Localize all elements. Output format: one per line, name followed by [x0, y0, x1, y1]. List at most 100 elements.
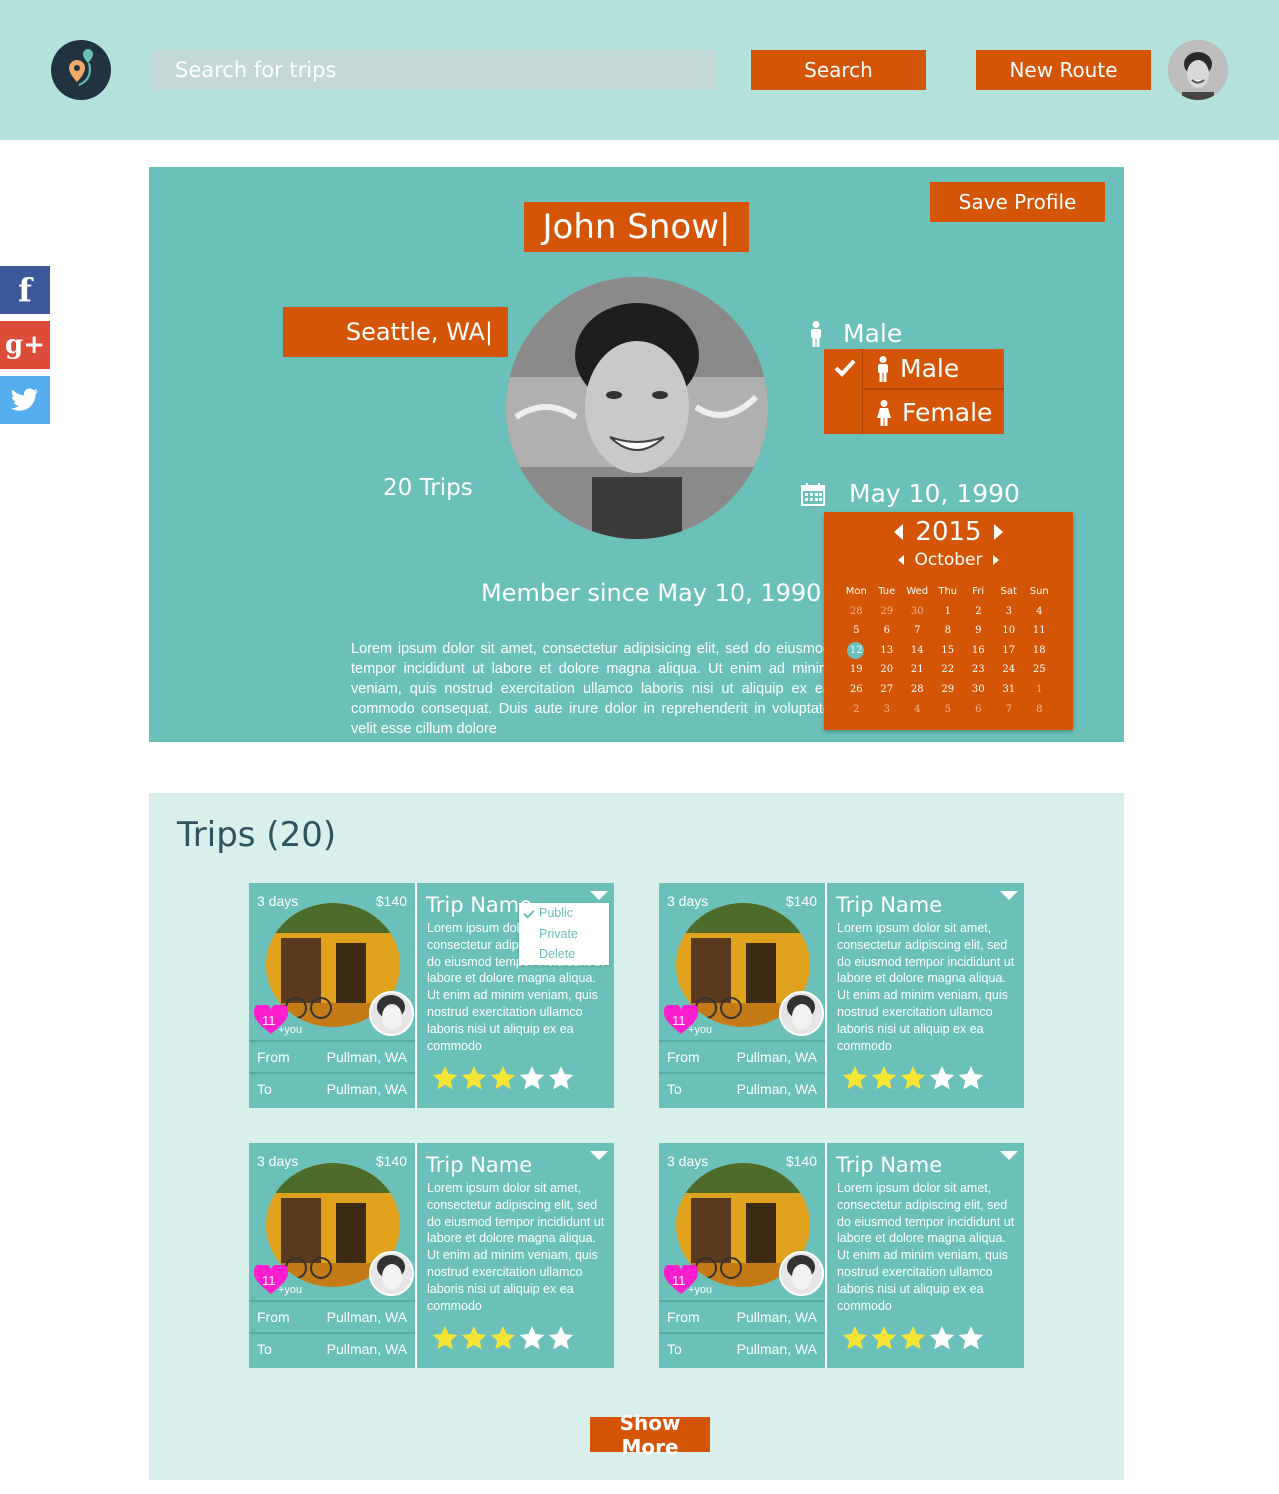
- star-filled-icon[interactable]: [870, 1325, 898, 1351]
- next-month-icon[interactable]: [992, 555, 999, 565]
- star-empty-icon[interactable]: [957, 1065, 985, 1091]
- trip-rating[interactable]: [431, 1325, 576, 1351]
- calendar-day[interactable]: 6: [963, 700, 994, 720]
- search-input[interactable]: [152, 50, 715, 90]
- calendar-day[interactable]: 6: [872, 621, 903, 641]
- map-pin-logo-icon[interactable]: [51, 40, 111, 100]
- user-avatar[interactable]: [1168, 40, 1228, 100]
- trip-rating[interactable]: [841, 1065, 986, 1091]
- star-empty-icon[interactable]: [547, 1325, 575, 1351]
- calendar-day[interactable]: 3: [994, 602, 1025, 622]
- calendar-day[interactable]: 19: [841, 660, 872, 680]
- traveler-avatar[interactable]: [369, 991, 414, 1036]
- calendar-day[interactable]: 21: [902, 660, 933, 680]
- prev-year-icon[interactable]: [894, 524, 904, 540]
- trip-menu-caret-icon[interactable]: [590, 1151, 608, 1160]
- twitter-share-button[interactable]: [0, 376, 50, 424]
- calendar-day[interactable]: 30: [963, 680, 994, 700]
- calendar-day[interactable]: 18: [1024, 641, 1055, 661]
- traveler-avatar[interactable]: [369, 1251, 414, 1296]
- name-input[interactable]: John Snow|: [524, 202, 749, 252]
- profile-photo[interactable]: [506, 277, 768, 539]
- calendar-day[interactable]: 28: [841, 602, 872, 622]
- calendar-day[interactable]: 1: [933, 602, 964, 622]
- calendar-day[interactable]: 22: [933, 660, 964, 680]
- star-filled-icon[interactable]: [899, 1065, 927, 1091]
- calendar-day[interactable]: 20: [872, 660, 903, 680]
- calendar-day[interactable]: 7: [902, 621, 933, 641]
- star-filled-icon[interactable]: [489, 1065, 517, 1091]
- calendar-day[interactable]: 25: [1024, 660, 1055, 680]
- search-button[interactable]: Search: [751, 50, 926, 90]
- gender-field[interactable]: Male: [809, 319, 902, 348]
- calendar-day[interactable]: 23: [963, 660, 994, 680]
- trip-name[interactable]: Trip Name: [426, 1153, 532, 1177]
- google-plus-share-button[interactable]: g+: [0, 321, 50, 369]
- save-profile-button[interactable]: Save Profile: [930, 182, 1105, 222]
- star-filled-icon[interactable]: [431, 1065, 459, 1091]
- calendar-day[interactable]: 17: [994, 641, 1025, 661]
- trip-name[interactable]: Trip Name: [836, 1153, 942, 1177]
- calendar-day[interactable]: 9: [963, 621, 994, 641]
- calendar-day[interactable]: 1: [1024, 680, 1055, 700]
- star-empty-icon[interactable]: [518, 1065, 546, 1091]
- trip-menu-caret-icon[interactable]: [590, 891, 608, 900]
- trip-card[interactable]: 3 days $140 11 +you From Pullman, WA To Pullman…: [249, 883, 614, 1108]
- calendar-day[interactable]: 8: [1024, 700, 1055, 720]
- calendar-day[interactable]: 31: [994, 680, 1025, 700]
- menu-option-delete[interactable]: Delete: [519, 944, 609, 965]
- star-empty-icon[interactable]: [957, 1325, 985, 1351]
- star-filled-icon[interactable]: [841, 1325, 869, 1351]
- calendar-day[interactable]: 15: [933, 641, 964, 661]
- calendar-day[interactable]: 8: [933, 621, 964, 641]
- calendar-day[interactable]: 13: [872, 641, 903, 661]
- star-empty-icon[interactable]: [518, 1325, 546, 1351]
- star-empty-icon[interactable]: [547, 1065, 575, 1091]
- calendar-day[interactable]: 10: [994, 621, 1025, 641]
- calendar-day[interactable]: 4: [902, 700, 933, 720]
- calendar-day[interactable]: 2: [841, 700, 872, 720]
- star-empty-icon[interactable]: [928, 1325, 956, 1351]
- calendar-day[interactable]: 14: [902, 641, 933, 661]
- trip-card[interactable]: 3 days $140 11 +you From Pullman, WA To Pullman…: [659, 883, 1024, 1108]
- gender-option-female[interactable]: Female: [864, 392, 1004, 433]
- calendar-day[interactable]: 5: [841, 621, 872, 641]
- trip-card[interactable]: 3 days $140 11 +you From Pullman, WA To Pullman…: [249, 1143, 614, 1368]
- trip-menu-caret-icon[interactable]: [1000, 891, 1018, 900]
- star-filled-icon[interactable]: [841, 1065, 869, 1091]
- calendar-day[interactable]: 27: [872, 680, 903, 700]
- calendar-day[interactable]: 16: [963, 641, 994, 661]
- trip-name[interactable]: Trip Name: [426, 893, 532, 917]
- trip-rating[interactable]: [431, 1065, 576, 1091]
- calendar-day[interactable]: 24: [994, 660, 1025, 680]
- menu-option-private[interactable]: Private: [519, 924, 609, 945]
- calendar-day[interactable]: 30: [902, 602, 933, 622]
- star-filled-icon[interactable]: [870, 1065, 898, 1091]
- calendar-day[interactable]: 26: [841, 680, 872, 700]
- show-more-button[interactable]: Show More: [590, 1411, 710, 1459]
- calendar-day[interactable]: 7: [994, 700, 1025, 720]
- star-empty-icon[interactable]: [928, 1065, 956, 1091]
- calendar-day[interactable]: 5: [933, 700, 964, 720]
- trip-card[interactable]: 3 days $140 11 +you From Pullman, WA To Pullman…: [659, 1143, 1024, 1368]
- star-filled-icon[interactable]: [489, 1325, 517, 1351]
- calendar-day[interactable]: 11: [1024, 621, 1055, 641]
- calendar-day[interactable]: 4: [1024, 602, 1055, 622]
- star-filled-icon[interactable]: [460, 1325, 488, 1351]
- menu-option-public[interactable]: Public: [519, 903, 609, 924]
- next-year-icon[interactable]: [993, 524, 1003, 540]
- facebook-share-button[interactable]: f: [0, 266, 50, 314]
- trip-name[interactable]: Trip Name: [836, 893, 942, 917]
- trip-menu-caret-icon[interactable]: [1000, 1151, 1018, 1160]
- new-route-button[interactable]: New Route: [976, 50, 1151, 90]
- city-input[interactable]: Seattle, WA|: [283, 307, 508, 357]
- gender-option-male[interactable]: Male: [864, 349, 1004, 390]
- calendar-day[interactable]: 28: [902, 680, 933, 700]
- star-filled-icon[interactable]: [431, 1325, 459, 1351]
- calendar-day[interactable]: 3: [872, 700, 903, 720]
- calendar-day[interactable]: 29: [872, 602, 903, 622]
- star-filled-icon[interactable]: [899, 1325, 927, 1351]
- dob-field[interactable]: May 10, 1990: [801, 479, 1020, 508]
- prev-month-icon[interactable]: [898, 555, 905, 565]
- calendar-day[interactable]: 29: [933, 680, 964, 700]
